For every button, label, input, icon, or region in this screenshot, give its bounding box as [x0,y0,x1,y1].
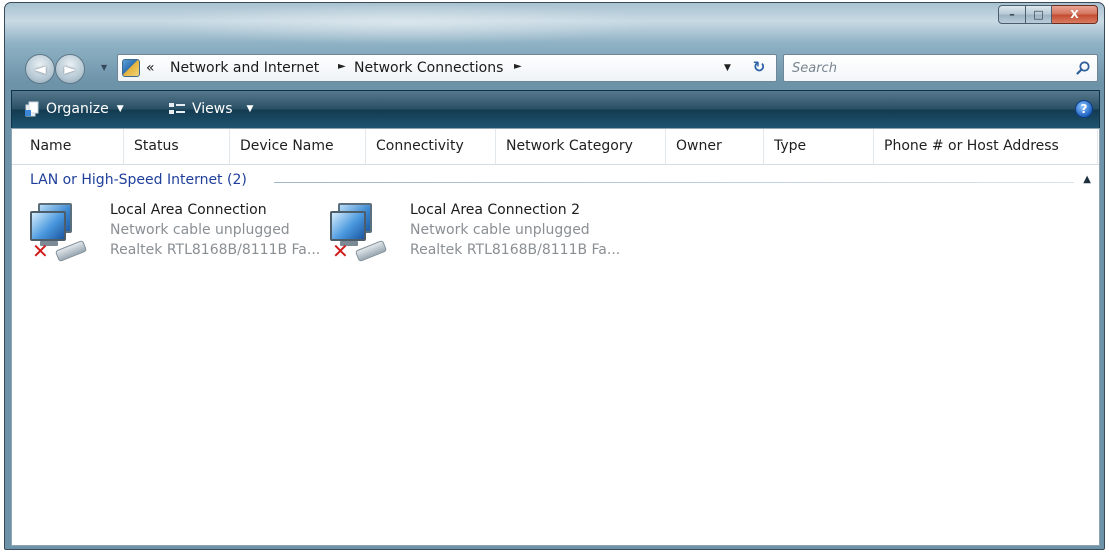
connection-status: Network cable unplugged [410,222,590,238]
column-header-phone-host-address[interactable]: Phone # or Host Address [874,129,1098,164]
forward-button[interactable]: ► [55,54,85,84]
column-header-connectivity[interactable]: Connectivity [366,129,496,164]
breadcrumb-network-connections[interactable]: Network Connections [354,60,503,76]
breadcrumb-separator-icon[interactable]: ► [514,61,522,72]
back-arrow-icon: ◄ [34,60,46,78]
search-input[interactable]: Search [783,54,1098,82]
organize-icon [25,101,39,117]
connection-title: Local Area Connection [110,202,267,218]
title-bar[interactable]: – □ X [5,3,1104,45]
control-panel-icon [122,59,140,77]
organize-button[interactable]: Organize ▼ [24,101,124,117]
command-toolbar: Organize ▼ Views ▼ ? [11,90,1100,128]
list-item[interactable]: ✕ Local Area Connection 2 Network cable … [330,201,620,265]
connection-title: Local Area Connection 2 [410,202,580,218]
column-headers: Name Status Device Name Connectivity Net… [12,129,1099,165]
column-header-type[interactable]: Type [764,129,874,164]
connection-device: Realtek RTL8168B/8111B Fa... [410,242,621,258]
organize-dropdown-icon: ▼ [116,104,124,114]
recent-pages-dropdown[interactable]: ▼ [101,63,107,72]
network-connection-icon: ✕ [330,201,392,263]
refresh-button[interactable]: ↻ [746,58,772,78]
monitor-icon [330,211,366,241]
network-connection-icon: ✕ [30,201,92,263]
views-icon [169,103,185,114]
column-header-name[interactable]: Name [20,129,124,164]
navigation-row: ◄ ► ▼ « Network and Internet ► Network C… [5,49,1104,87]
group-divider [274,182,1074,183]
column-header-network-category[interactable]: Network Category [496,129,666,164]
column-header-owner[interactable]: Owner [666,129,764,164]
address-bar[interactable]: « Network and Internet ► Network Connect… [117,54,777,82]
close-button[interactable]: X [1052,5,1098,24]
column-header-device-name[interactable]: Device Name [230,129,366,164]
views-label: Views [192,101,233,117]
organize-label: Organize [46,101,109,117]
maximize-button[interactable]: □ [1026,5,1052,24]
search-icon[interactable] [1075,60,1091,76]
breadcrumb-separator-icon[interactable]: ► [338,61,346,72]
address-dropdown-icon[interactable]: ▼ [724,63,731,73]
window-controls: – □ X [998,5,1098,24]
minimize-button[interactable]: – [998,5,1026,24]
address-overflow-chevron[interactable]: « [146,60,155,76]
views-dropdown-icon: ▼ [246,104,254,114]
forward-arrow-icon: ► [64,60,76,78]
back-button[interactable]: ◄ [25,54,55,84]
connection-status: Network cable unplugged [110,222,290,238]
refresh-icon: ↻ [752,58,766,76]
views-button[interactable]: Views ▼ [168,101,253,117]
group-collapse-icon[interactable]: ▲ [1083,174,1091,185]
connection-device: Realtek RTL8168B/8111B Fa... [110,242,321,258]
network-cable-icon [354,239,388,263]
file-list-pane[interactable]: Name Status Device Name Connectivity Net… [11,128,1100,546]
list-item[interactable]: ✕ Local Area Connection Network cable un… [30,201,320,265]
breadcrumb-network-and-internet[interactable]: Network and Internet [170,60,319,76]
monitor-icon [30,211,66,241]
error-x-icon: ✕ [332,239,349,263]
column-header-status[interactable]: Status [124,129,230,164]
search-placeholder: Search [792,61,837,76]
explorer-window: – □ X ◄ ► ▼ « Network and Internet ► Net… [4,2,1105,550]
group-header-lan[interactable]: LAN or High-Speed Internet (2) [30,172,247,188]
help-icon[interactable]: ? [1075,100,1093,118]
network-cable-icon [54,239,88,263]
error-x-icon: ✕ [32,239,49,263]
